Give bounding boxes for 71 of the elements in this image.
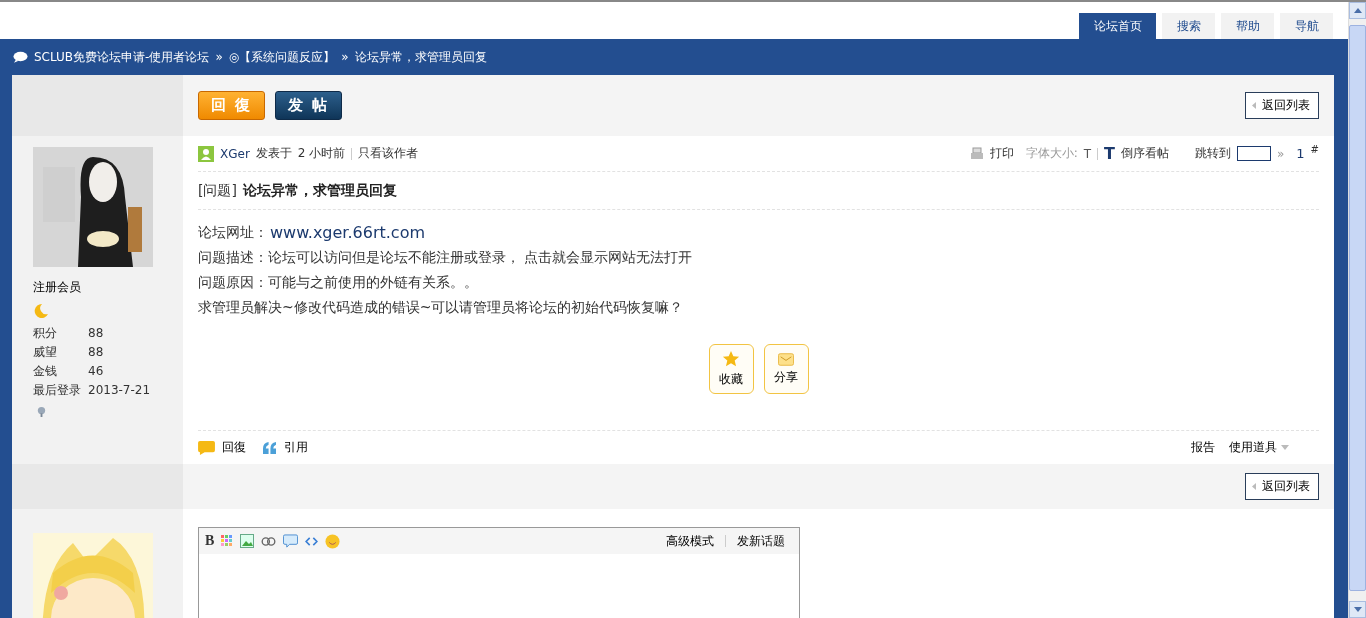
stat-value: 46 [88,363,105,380]
body-label: 论坛网址： [198,223,268,242]
printer-icon [969,146,984,161]
floor-number: 1 [1296,146,1305,161]
scrollbar[interactable] [1348,2,1366,618]
breadcrumb-separator: » [341,50,349,64]
stat-label: 金钱 [33,363,58,380]
new-post-button[interactable]: 发 帖 [275,91,342,120]
quote-icon [262,441,277,454]
triangle-icon [1252,102,1256,109]
thread-title: 论坛异常，求管理员回复 [242,181,397,200]
stat-label: 积分 [33,325,58,342]
only-author-link[interactable]: 只看该作者 [358,145,419,162]
stat-value: 88 [88,344,105,361]
nav-tab[interactable]: 搜索 [1162,13,1215,39]
chat-bubble-icon [13,51,28,63]
breadcrumb-link[interactable]: 论坛异常，求管理员回复 [354,48,487,66]
thread-tag: [问题] [198,181,237,200]
nav-tab[interactable]: 论坛首页 [1079,13,1156,39]
back-to-list-button[interactable]: 返回列表 [1245,473,1319,500]
post-tool-link[interactable]: 使用道具 [1229,439,1277,456]
floor-input[interactable] [1237,146,1271,161]
reply-link[interactable]: 回復 [198,439,246,456]
nav-tab[interactable]: 帮助 [1221,13,1274,39]
quote-link[interactable]: 引用 [262,439,308,456]
caret-icon [1281,445,1289,450]
jump-label: 跳转到 [1195,145,1231,162]
stat-label: 威望 [33,344,58,361]
share-button[interactable]: 分享 [763,344,809,394]
color-grid-icon [221,535,234,547]
envelope-icon [778,352,794,366]
stat-value: 88 [88,325,105,342]
nav-tab[interactable]: 导航 [1280,13,1333,39]
speech-bubble-icon [198,440,215,455]
favorite-button[interactable]: 收藏 [708,344,754,394]
author-link[interactable]: XGer [220,146,250,161]
body-text: 问题描述：论坛可以访问但是论坛不能注册或登录， 点击就会显示网站无法打开 [198,248,694,267]
user-icon [198,145,214,162]
breadcrumb-link[interactable]: ◎【系统问题反应】 [228,48,336,66]
posted-label: 发表于 [255,145,292,162]
site-link[interactable]: www.xger.66rt.com [270,220,425,245]
bold-button[interactable]: B [205,533,215,549]
floor-mark: # [1310,144,1319,155]
body-text: 问题原因：可能与之前使用的外链有关系。。 [198,273,479,292]
image-icon [240,534,255,548]
speech-bubble-icon [283,533,299,549]
stat-value: 2013-7-21 [88,382,152,399]
small-font-button[interactable]: T [1083,146,1092,161]
code-icon [305,536,319,546]
moon-icon [33,303,49,319]
user-rank: 注册会员 [33,279,82,296]
font-size-label: 字体大小: [1025,145,1078,162]
large-font-button[interactable]: T [1104,144,1115,163]
print-link[interactable]: 打印 [989,145,1014,162]
triangle-icon [1252,483,1256,490]
post-tool-link[interactable]: 报告 [1191,439,1215,456]
back-to-list-button[interactable]: 返回列表 [1245,92,1319,119]
reply-editor[interactable]: B 高级模式 发新话题 [198,527,800,618]
link-icon [261,536,277,546]
breadcrumb-separator: » [215,50,223,64]
breadcrumb-link[interactable]: SCLUB免费论坛申请-使用者论坛 [34,48,210,66]
stat-label: 最后登录 [33,382,82,399]
smiley-icon [325,533,341,549]
editor-mode-link[interactable]: 发新话题 [737,532,785,550]
editor-mode-link[interactable]: 高级模式 [666,532,714,550]
body-text: 求管理员解决~修改代码造成的错误~可以请管理员将论坛的初始代码恢复嘛？ [198,298,685,317]
posted-time: 2 小时前 [297,145,346,162]
reverse-order-link[interactable]: 倒序看帖 [1121,145,1169,162]
star-icon [722,350,740,368]
scroll-up-icon[interactable] [1353,8,1362,13]
scroll-down-icon[interactable] [1353,607,1362,612]
